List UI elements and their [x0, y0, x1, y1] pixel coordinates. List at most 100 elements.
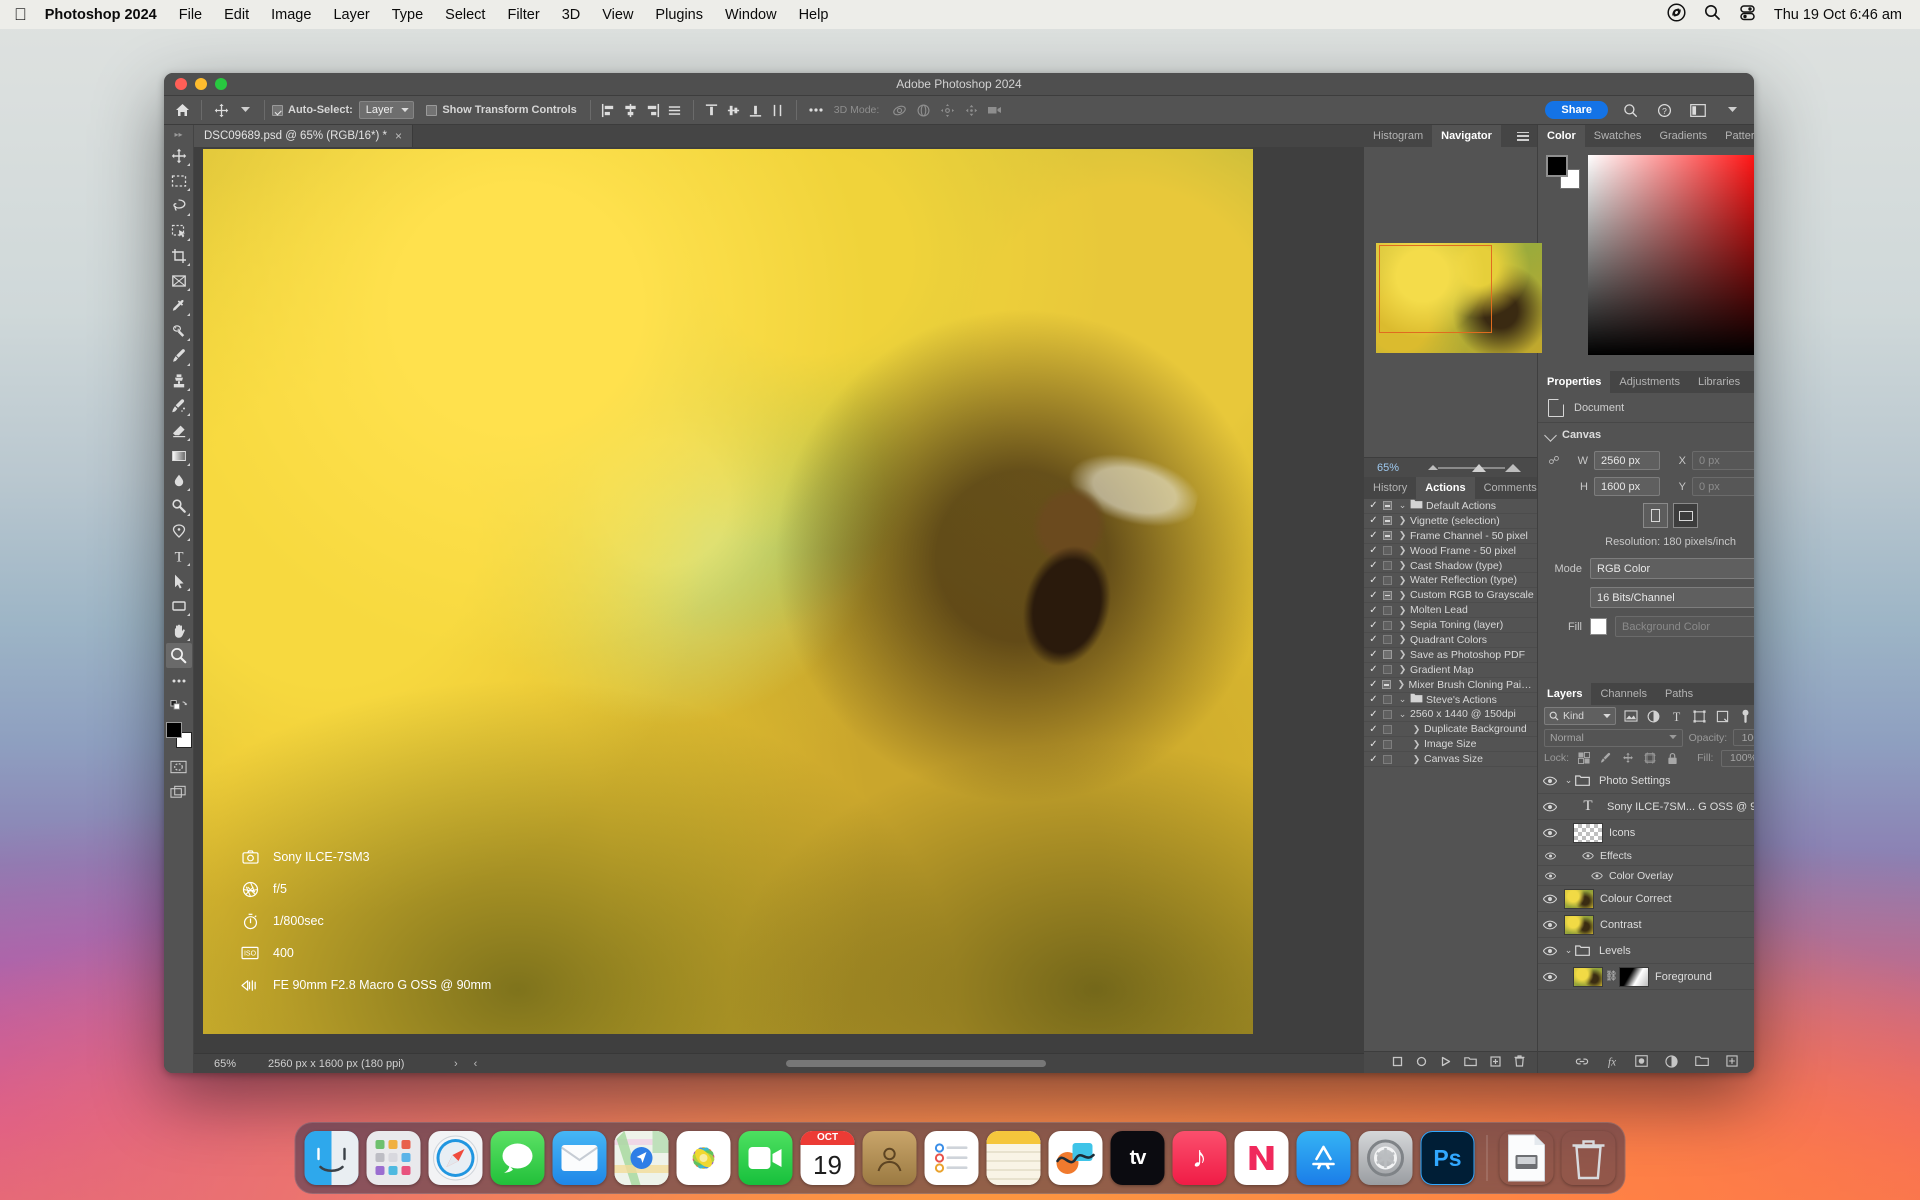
chevron-right-icon[interactable]: ❯	[1395, 545, 1410, 556]
quick-mask-icon[interactable]	[166, 754, 192, 779]
chevron-right-icon[interactable]: ❯	[1395, 515, 1410, 526]
history-brush-tool[interactable]	[166, 393, 192, 418]
visibility-eye-icon[interactable]	[1538, 946, 1562, 956]
tab-adjustments[interactable]: Adjustments	[1610, 371, 1689, 393]
action-checkbox[interactable]: ✓	[1367, 694, 1380, 705]
height-input[interactable]: 1600 px	[1594, 477, 1660, 496]
distribute-top-icon[interactable]	[701, 100, 723, 120]
clone-stamp-tool[interactable]	[166, 368, 192, 393]
dock-item-finder[interactable]	[304, 1131, 359, 1185]
action-dialog-toggle[interactable]	[1380, 531, 1395, 541]
document-tab[interactable]: DSC09689.psd @ 65% (RGB/16*) * ×	[194, 125, 413, 147]
more-options-icon[interactable]	[804, 99, 828, 121]
action-checkbox[interactable]: ✓	[1367, 649, 1380, 660]
action-checkbox[interactable]: ✓	[1367, 545, 1380, 556]
chevron-left-icon[interactable]: ‹	[466, 1058, 486, 1070]
blur-tool[interactable]	[166, 468, 192, 493]
eyedropper-tool[interactable]	[166, 293, 192, 318]
menu-view[interactable]: View	[591, 7, 644, 23]
action-dialog-toggle[interactable]	[1380, 709, 1395, 719]
chevron-right-icon[interactable]: ❯	[1409, 754, 1424, 765]
layer-row[interactable]: ⌄ Photo Settings	[1538, 768, 1754, 794]
chevron-down-icon[interactable]	[1544, 428, 1557, 442]
actions-row[interactable]: ✓ ❯ Save as Photoshop PDF	[1364, 648, 1537, 663]
edit-toolbar-icon[interactable]	[166, 668, 192, 693]
smart-object-filter-icon[interactable]	[1714, 708, 1731, 725]
actions-row[interactable]: ✓ ❯ Cast Shadow (type)	[1364, 559, 1537, 574]
horizontal-scrollbar[interactable]	[491, 1057, 1358, 1070]
brush-tool[interactable]	[166, 343, 192, 368]
screen-mode-icon[interactable]	[166, 779, 192, 804]
action-checkbox[interactable]: ✓	[1367, 709, 1380, 720]
align-top-edges-icon[interactable]	[664, 100, 686, 120]
align-right-edges-icon[interactable]	[642, 100, 664, 120]
tab-histogram[interactable]: Histogram	[1364, 125, 1432, 147]
slider-knob[interactable]	[1472, 463, 1486, 472]
document-image[interactable]: Sony ILCE-7SM3 f/5 1/800sec ISO 400 FE 9…	[203, 149, 1253, 1034]
effect-visibility-icon[interactable]	[1589, 871, 1605, 880]
zoom-out-icon[interactable]	[1428, 465, 1438, 470]
tab-comments[interactable]: Comments	[1475, 477, 1546, 499]
eraser-tool[interactable]	[166, 418, 192, 443]
align-left-edges-icon[interactable]	[598, 100, 620, 120]
apple-icon[interactable]: 	[14, 6, 27, 23]
panel-menu-icon[interactable]	[1509, 125, 1537, 147]
action-checkbox[interactable]: ✓	[1367, 724, 1380, 735]
tool-preset-chevron-icon[interactable]	[233, 99, 257, 121]
object-selection-tool[interactable]	[166, 218, 192, 243]
type-tool[interactable]: T	[166, 543, 192, 568]
tab-actions[interactable]: Actions	[1416, 477, 1475, 499]
link-icon[interactable]: ⛓	[1605, 971, 1618, 982]
dock-item-photos[interactable]	[676, 1131, 731, 1185]
shape-layer-filter-icon[interactable]	[1691, 708, 1708, 725]
actions-row[interactable]: ✓ ❯ Duplicate Background	[1364, 722, 1537, 738]
tab-history[interactable]: History	[1364, 477, 1416, 499]
portrait-icon[interactable]	[1643, 503, 1669, 528]
foreground-color-swatch[interactable]	[1546, 155, 1568, 177]
y-input[interactable]: 0 px	[1692, 477, 1754, 496]
chevron-right-icon[interactable]: ❯	[1394, 679, 1408, 690]
auto-select-checkbox[interactable]	[272, 104, 283, 116]
chevron-right-icon[interactable]: ❯	[1395, 575, 1410, 586]
new-layer-icon[interactable]	[1725, 1055, 1738, 1070]
action-checkbox[interactable]: ✓	[1367, 560, 1380, 571]
action-dialog-toggle[interactable]	[1380, 724, 1395, 734]
pixel-layer-filter-icon[interactable]	[1622, 708, 1639, 725]
canvas-section-header[interactable]: Canvas	[1538, 423, 1754, 447]
actions-list[interactable]: ✓ ⌄ Default Actions ✓ ❯ Vignette (selection) ✓…	[1364, 499, 1537, 1051]
rectangular-marquee-tool[interactable]	[166, 168, 192, 193]
visibility-eye-icon[interactable]	[1538, 776, 1562, 786]
tab-color[interactable]: Color	[1538, 125, 1585, 147]
chevron-right-icon[interactable]: ❯	[1395, 590, 1410, 601]
frame-tool[interactable]	[166, 268, 192, 293]
chevron-down-icon[interactable]: ⌄	[1562, 945, 1575, 956]
menu-edit[interactable]: Edit	[213, 7, 260, 23]
layer-mask-thumbnail[interactable]	[1619, 966, 1649, 987]
visibility-eye-icon[interactable]	[1538, 828, 1562, 838]
auto-select-dropdown[interactable]: Layer	[358, 101, 415, 119]
landscape-icon[interactable]	[1673, 503, 1699, 528]
dock-item-photoshop[interactable]: Ps	[1420, 1131, 1475, 1185]
layer-row[interactable]: Colour Correct	[1538, 886, 1754, 912]
dock-item-contacts[interactable]	[862, 1131, 917, 1185]
type-layer-filter-icon[interactable]: T	[1668, 708, 1685, 725]
action-dialog-toggle[interactable]	[1380, 650, 1395, 660]
dock-item-notes[interactable]	[986, 1131, 1041, 1185]
actions-row[interactable]: ✓ ❯ Mixer Brush Cloning Paint ...	[1364, 678, 1537, 693]
chevron-right-icon[interactable]: ❯	[1395, 530, 1410, 541]
record-icon[interactable]	[1416, 1056, 1427, 1070]
new-group-icon[interactable]	[1694, 1055, 1709, 1070]
actions-row[interactable]: ✓ ❯ Quadrant Colors	[1364, 633, 1537, 648]
action-dialog-toggle[interactable]	[1380, 754, 1395, 764]
layers-list[interactable]: ⌄ Photo Settings T Sony ILCE-7SM... G OSS @…	[1538, 768, 1754, 1051]
foreground-color-swatch[interactable]	[165, 722, 182, 738]
mode-dropdown[interactable]: RGB Color	[1590, 558, 1754, 579]
dock-item-calendar[interactable]: OCT 19	[800, 1131, 855, 1185]
dodge-tool[interactable]	[166, 493, 192, 518]
tab-navigator[interactable]: Navigator	[1432, 125, 1501, 147]
actions-row[interactable]: ✓ ❯ Gradient Map	[1364, 663, 1537, 678]
chevron-right-icon[interactable]: ❯	[1395, 634, 1410, 645]
action-dialog-toggle[interactable]	[1380, 620, 1395, 630]
align-horizontal-centers-icon[interactable]	[620, 100, 642, 120]
move-tool-icon[interactable]	[209, 99, 233, 121]
